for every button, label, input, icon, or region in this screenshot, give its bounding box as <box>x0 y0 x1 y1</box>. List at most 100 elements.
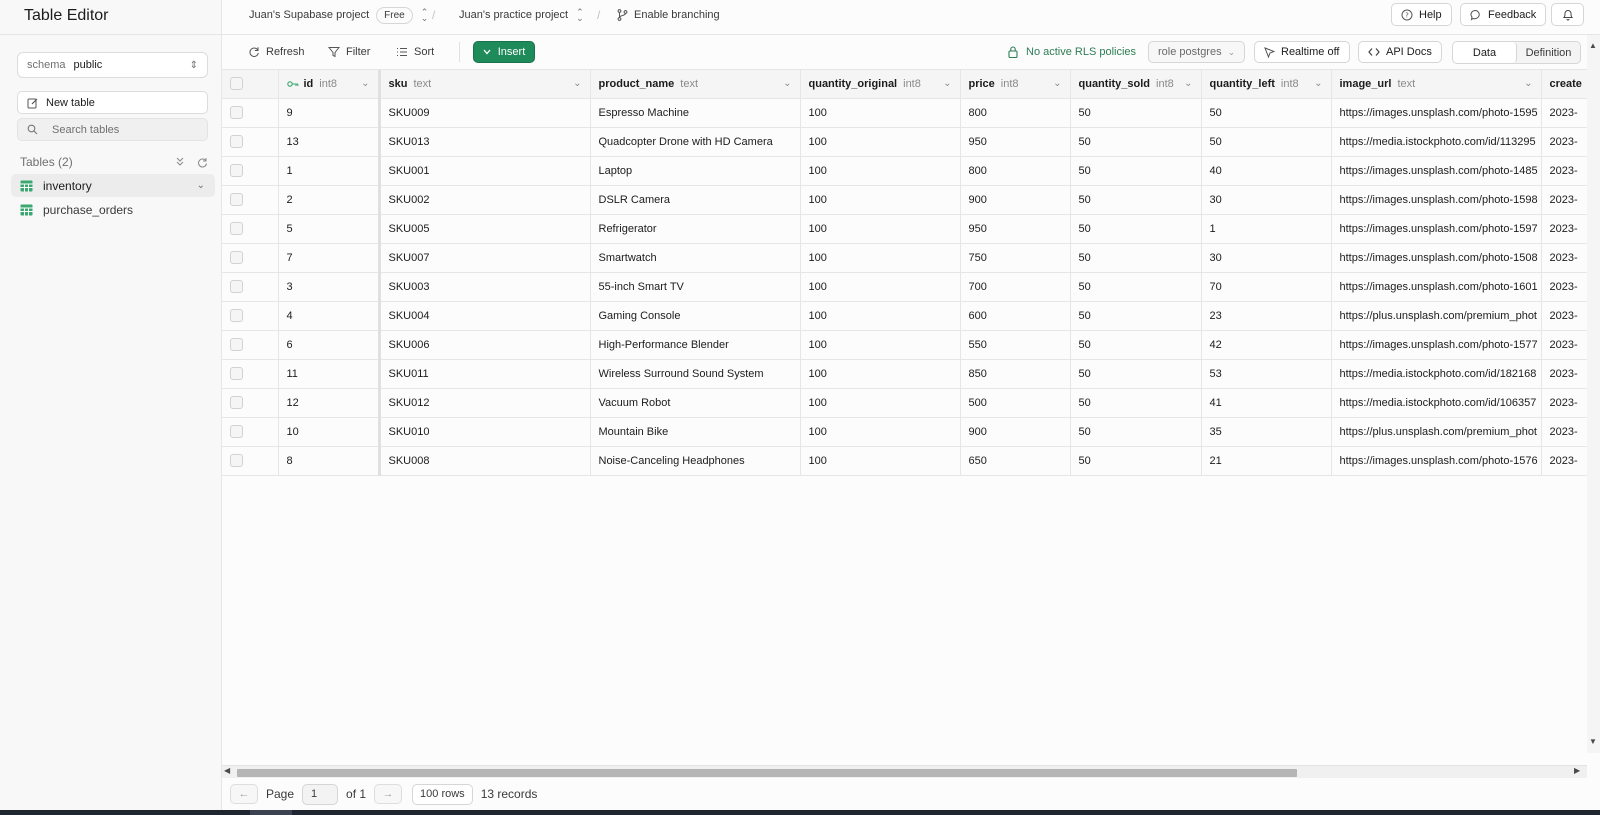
cell-price[interactable]: 550 <box>960 330 1071 360</box>
cell-id[interactable]: 4 <box>278 301 381 331</box>
table-row[interactable]: 2 SKU002 DSLR Camera 100 900 50 30 https://imag… <box>222 185 1587 215</box>
chevron-down-icon[interactable]: ⌄ <box>1184 78 1192 89</box>
cell-create[interactable]: 2023- <box>1541 272 1587 302</box>
cell-image-url[interactable]: https://images.unsplash.com/photo-1508 <box>1331 243 1542 273</box>
cell-sku[interactable]: SKU004 <box>379 301 591 331</box>
table-row[interactable]: 9 SKU009 Espresso Machine 100 800 50 50 https:/… <box>222 98 1587 128</box>
cell-sku[interactable]: SKU008 <box>379 446 591 476</box>
cell-price[interactable]: 900 <box>960 185 1071 215</box>
cell-product-name[interactable]: Refrigerator <box>590 214 801 244</box>
page-input[interactable]: 1 <box>302 783 339 805</box>
cell-price[interactable]: 950 <box>960 127 1071 157</box>
row-checkbox[interactable] <box>230 280 243 293</box>
cell-create[interactable]: 2023- <box>1541 156 1587 186</box>
cell-quantity-left[interactable]: 50 <box>1201 98 1332 128</box>
cell-quantity-original[interactable]: 100 <box>800 127 961 157</box>
column-header-sku[interactable]: sku text ⌄ <box>379 70 591 99</box>
cell-sku[interactable]: SKU006 <box>379 330 591 360</box>
cell-product-name[interactable]: Laptop <box>590 156 801 186</box>
cell-product-name[interactable]: High-Performance Blender <box>590 330 801 360</box>
cell-product-name[interactable]: Noise-Canceling Headphones <box>590 446 801 476</box>
cell-product-name[interactable]: DSLR Camera <box>590 185 801 215</box>
insert-button[interactable]: Insert <box>473 41 535 63</box>
row-checkbox[interactable] <box>230 135 243 148</box>
cell-image-url[interactable]: https://images.unsplash.com/photo-1601 <box>1331 272 1542 302</box>
cell-create[interactable]: 2023- <box>1541 446 1587 476</box>
cell-image-url[interactable]: https://media.istockphoto.com/id/182168 <box>1331 359 1542 389</box>
scroll-up-icon[interactable]: ▲ <box>1589 41 1597 50</box>
rows-per-page-button[interactable]: 100 rows <box>412 783 473 805</box>
cell-quantity-left[interactable]: 50 <box>1201 127 1332 157</box>
cell-quantity-sold[interactable]: 50 <box>1070 388 1202 418</box>
cell-quantity-sold[interactable]: 50 <box>1070 301 1202 331</box>
scrollbar-thumb[interactable] <box>237 769 1297 777</box>
cell-image-url[interactable]: https://plus.unsplash.com/premium_phot <box>1331 301 1542 331</box>
cell-product-name[interactable]: Gaming Console <box>590 301 801 331</box>
cell-product-name[interactable]: Wireless Surround Sound System <box>590 359 801 389</box>
cell-quantity-sold[interactable]: 50 <box>1070 417 1202 447</box>
table-row[interactable]: 5 SKU005 Refrigerator 100 950 50 1 https://imag… <box>222 214 1587 244</box>
help-button[interactable]: ? Help <box>1391 3 1452 26</box>
cell-create[interactable]: 2023- <box>1541 127 1587 157</box>
chevron-down-icon[interactable]: ⌄ <box>197 180 205 191</box>
cell-quantity-left[interactable]: 42 <box>1201 330 1332 360</box>
cell-product-name[interactable]: 55-inch Smart TV <box>590 272 801 302</box>
cell-create[interactable]: 2023- <box>1541 243 1587 273</box>
next-page-button[interactable]: → <box>374 784 403 804</box>
project-selector[interactable]: Juan's practice project ⌃ ⌄ <box>459 0 584 30</box>
row-checkbox[interactable] <box>230 106 243 119</box>
org-selector[interactable]: Juan's Supabase project Free ⌃ ⌄ <box>249 0 428 30</box>
cell-create[interactable]: 2023- <box>1541 301 1587 331</box>
scroll-down-icon[interactable]: ▼ <box>1589 737 1597 746</box>
cell-quantity-sold[interactable]: 50 <box>1070 272 1202 302</box>
cell-price[interactable]: 650 <box>960 446 1071 476</box>
cell-price[interactable]: 800 <box>960 156 1071 186</box>
cell-quantity-original[interactable]: 100 <box>800 388 961 418</box>
notifications-button[interactable] <box>1551 3 1584 26</box>
chevron-down-icon[interactable]: ⌄ <box>1314 78 1322 89</box>
refresh-button[interactable]: Refresh <box>248 41 305 63</box>
cell-quantity-original[interactable]: 100 <box>800 301 961 331</box>
cell-id[interactable]: 5 <box>278 214 381 244</box>
cell-id[interactable]: 9 <box>278 98 381 128</box>
column-header-quantity-original[interactable]: quantity_original int8 ⌄ <box>800 70 961 99</box>
chevron-down-icon[interactable]: ⌄ <box>783 78 791 89</box>
row-checkbox[interactable] <box>230 396 243 409</box>
cell-id[interactable]: 6 <box>278 330 381 360</box>
cell-sku[interactable]: SKU007 <box>379 243 591 273</box>
chevron-down-icon[interactable]: ⌄ <box>1053 78 1061 89</box>
row-checkbox[interactable] <box>230 222 243 235</box>
collapse-all-icon[interactable] <box>175 157 185 167</box>
table-row[interactable]: 11 SKU011 Wireless Surround Sound System 10… <box>222 359 1587 389</box>
new-table-button[interactable]: New table <box>17 91 208 114</box>
cell-quantity-sold[interactable]: 50 <box>1070 330 1202 360</box>
cell-id[interactable]: 3 <box>278 272 381 302</box>
cell-product-name[interactable]: Vacuum Robot <box>590 388 801 418</box>
cell-quantity-sold[interactable]: 50 <box>1070 185 1202 215</box>
cell-id[interactable]: 2 <box>278 185 381 215</box>
cell-quantity-original[interactable]: 100 <box>800 446 961 476</box>
cell-quantity-sold[interactable]: 50 <box>1070 446 1202 476</box>
schema-select[interactable]: schema public ⇕ <box>17 52 208 78</box>
column-header-price[interactable]: price int8 ⌄ <box>960 70 1071 99</box>
scroll-right-icon[interactable]: ▶ <box>1574 766 1580 775</box>
column-header-id[interactable]: id int8 ⌄ <box>278 70 381 99</box>
cell-sku[interactable]: SKU003 <box>379 272 591 302</box>
cell-id[interactable]: 13 <box>278 127 381 157</box>
sidebar-item-purchase-orders[interactable]: purchase_orders <box>11 198 215 221</box>
cell-price[interactable]: 800 <box>960 98 1071 128</box>
chevron-down-icon[interactable]: ⌄ <box>573 78 581 89</box>
cell-id[interactable]: 8 <box>278 446 381 476</box>
table-row[interactable]: 12 SKU012 Vacuum Robot 100 500 50 41 https://me… <box>222 388 1587 418</box>
cell-sku[interactable]: SKU009 <box>379 98 591 128</box>
cell-sku[interactable]: SKU005 <box>379 214 591 244</box>
cell-image-url[interactable]: https://images.unsplash.com/photo-1485 <box>1331 156 1542 186</box>
cell-create[interactable]: 2023- <box>1541 359 1587 389</box>
role-select[interactable]: role postgres ⌄ <box>1148 41 1246 63</box>
cell-quantity-sold[interactable]: 50 <box>1070 156 1202 186</box>
cell-sku[interactable]: SKU011 <box>379 359 591 389</box>
cell-create[interactable]: 2023- <box>1541 98 1587 128</box>
scroll-left-icon[interactable]: ◀ <box>224 766 230 775</box>
cell-quantity-original[interactable]: 100 <box>800 243 961 273</box>
cell-sku[interactable]: SKU013 <box>379 127 591 157</box>
